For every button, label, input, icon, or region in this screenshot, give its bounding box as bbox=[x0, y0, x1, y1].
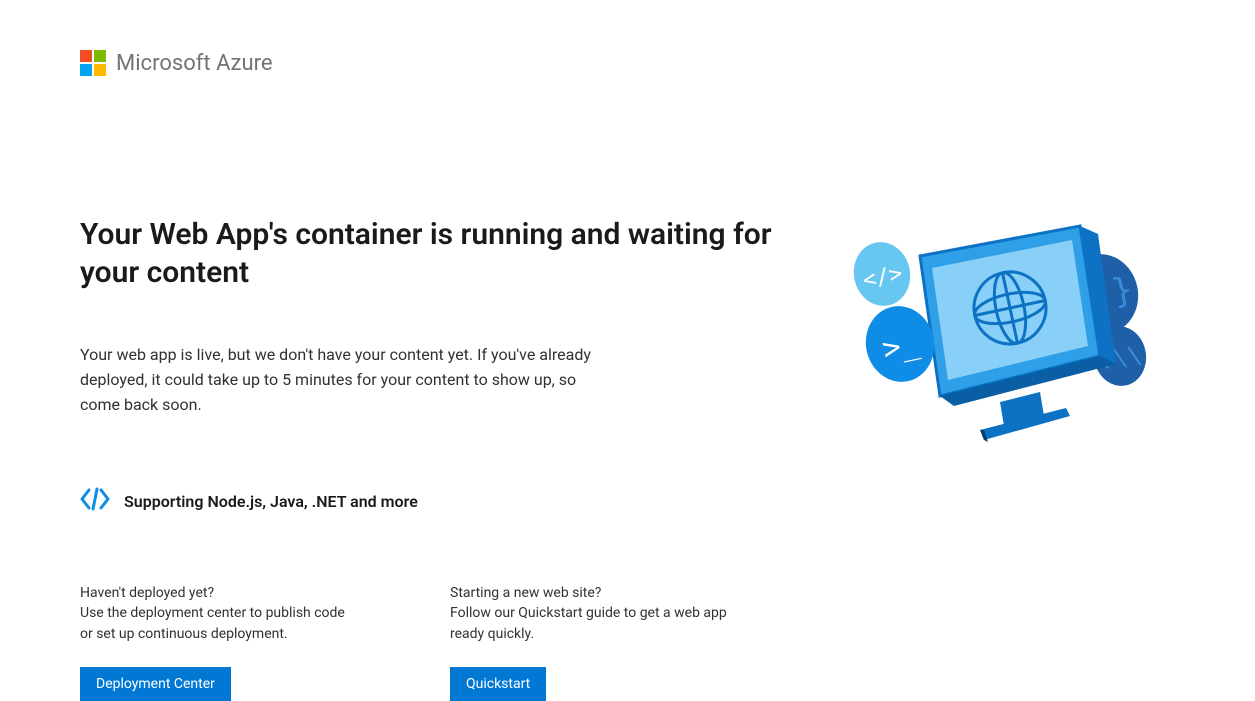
logo-square-br bbox=[94, 64, 106, 76]
quickstart-column: Starting a new web site? Follow our Quic… bbox=[450, 585, 730, 701]
monitor-icon bbox=[920, 226, 1116, 442]
quickstart-text: Follow our Quickstart guide to get a web… bbox=[450, 603, 730, 645]
brand-text: Microsoft Azure bbox=[116, 51, 273, 76]
deployment-center-button[interactable]: Deployment Center bbox=[80, 667, 231, 701]
code-icon bbox=[80, 487, 110, 515]
microsoft-logo-icon bbox=[80, 50, 106, 76]
main-content: Your Web App's container is running and … bbox=[80, 216, 800, 701]
deploy-column: Haven't deployed yet? Use the deployment… bbox=[80, 585, 360, 701]
page-description: Your web app is live, but we don't have … bbox=[80, 343, 600, 417]
hero-illustration: { } :\\ bbox=[840, 216, 1160, 460]
quickstart-heading: Starting a new web site? bbox=[450, 585, 730, 601]
code-badge-light-icon: </> bbox=[848, 237, 916, 311]
logo-square-tr bbox=[94, 50, 106, 62]
logo-square-tl bbox=[80, 50, 92, 62]
supporting-row: Supporting Node.js, Java, .NET and more bbox=[80, 487, 800, 515]
logo-square-bl bbox=[80, 64, 92, 76]
deploy-text: Use the deployment center to publish cod… bbox=[80, 603, 360, 645]
page-title: Your Web App's container is running and … bbox=[80, 216, 800, 291]
deploy-heading: Haven't deployed yet? bbox=[80, 585, 360, 601]
supporting-text: Supporting Node.js, Java, .NET and more bbox=[124, 492, 418, 511]
header: Microsoft Azure bbox=[80, 50, 1175, 76]
quickstart-button[interactable]: Quickstart bbox=[450, 667, 546, 701]
